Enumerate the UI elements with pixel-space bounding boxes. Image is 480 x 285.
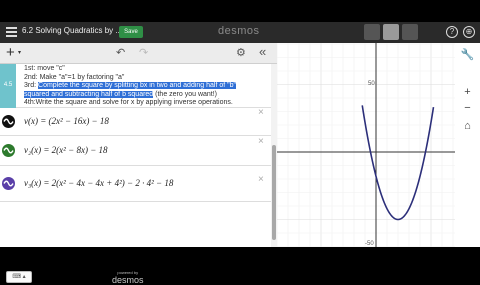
graph-color-icon[interactable] [2, 115, 15, 128]
undo-icon[interactable]: ↶ [116, 46, 125, 59]
powered-by-desmos: powered by desmos [112, 270, 144, 285]
header-bar: 6.2 Solving Quadratics by ... Save desmo… [0, 22, 480, 43]
expression-list: + ▾ ↶ ↷ ⚙ « 4.5 1st: move "c" 2nd: Make … [0, 43, 277, 285]
expression-math[interactable]: v₃(x) = 2(x² − 4x − 4x + 4²) − 2 · 4² − … [24, 178, 173, 188]
share-icon[interactable] [383, 24, 399, 40]
note-text[interactable]: 1st: move "c" 2nd: Make "a"=1 by factori… [24, 65, 270, 108]
help-icon[interactable]: ? [446, 26, 458, 38]
desmos-app: 6.2 Solving Quadratics by ... Save desmo… [0, 0, 480, 285]
redo-icon[interactable]: ↷ [139, 46, 148, 59]
graph-tools: 🔧 + − ⌂ [455, 43, 480, 247]
share-icons [364, 24, 418, 41]
expression-toolbar: + ▾ ↶ ↷ ⚙ « [0, 43, 277, 64]
note-index-tab[interactable]: 4.5 [0, 64, 16, 108]
delete-expression-icon[interactable]: × [258, 107, 264, 118]
y-tick-label: 50 [368, 81, 375, 87]
note-line: 3rd: Complete the square by splitting bx… [24, 82, 236, 89]
menu-icon[interactable] [6, 27, 17, 37]
delete-expression-icon[interactable]: × [258, 136, 264, 147]
graph-color-icon[interactable] [2, 177, 15, 190]
user-icon[interactable] [402, 24, 418, 40]
zoom-in-icon[interactable]: + [459, 85, 476, 100]
graph-title[interactable]: 6.2 Solving Quadratics by ... [22, 26, 122, 35]
graph-canvas[interactable]: 50 -50 [277, 43, 455, 247]
settings-gear-icon[interactable]: ⚙ [236, 46, 246, 59]
desmos-logo: desmos [218, 25, 260, 37]
home-zoom-icon[interactable]: ⌂ [459, 119, 476, 134]
note-line: 4th:Write the square and solve for x by … [24, 99, 233, 106]
selected-text: Complete the square by splitting bx in t… [38, 82, 236, 89]
note-line: 1st: move "c" [24, 65, 65, 72]
note-line: squared and subtracting half of b square… [24, 90, 218, 98]
scrollbar-thumb[interactable] [272, 145, 276, 240]
selected-text: squared and subtracting half of b square… [24, 90, 154, 98]
expression-row-3[interactable]: v₃(x) = 2(x² − 4x − 4x + 4²) − 2 · 4² − … [0, 166, 271, 202]
expression-math[interactable]: v(x) = (2x² − 16x) − 18 [24, 116, 109, 126]
graph-color-icon[interactable] [2, 144, 15, 157]
save-button[interactable]: Save [119, 26, 143, 38]
keypad-toggle-button[interactable]: ⌨ ▴ [6, 271, 32, 283]
grid [277, 43, 455, 247]
add-item-dropdown-icon[interactable]: ▾ [18, 49, 21, 56]
embed-icon[interactable] [364, 24, 380, 40]
expression-row-1[interactable]: v(x) = (2x² − 16x) − 18 × [0, 107, 271, 136]
graph-paper[interactable]: 50 -50 [277, 43, 455, 247]
expression-math[interactable]: v₂(x) = 2(x² − 8x) − 18 [24, 145, 108, 155]
letterbox-bottom [0, 247, 480, 270]
add-item-icon[interactable]: + [6, 44, 15, 61]
note-line: 2nd: Make "a"=1 by factoring "a" [24, 73, 125, 81]
note-item[interactable]: 4.5 1st: move "c" 2nd: Make "a"=1 by fac… [0, 64, 271, 108]
collapse-list-icon[interactable]: « [259, 44, 266, 59]
zoom-out-icon[interactable]: − [459, 101, 476, 116]
delete-expression-icon[interactable]: × [258, 174, 264, 185]
expression-row-2[interactable]: v₂(x) = 2(x² − 8x) − 18 × [0, 136, 271, 166]
language-globe-icon[interactable]: ⊕ [463, 26, 475, 38]
graph-settings-wrench-icon[interactable]: 🔧 [459, 48, 476, 63]
